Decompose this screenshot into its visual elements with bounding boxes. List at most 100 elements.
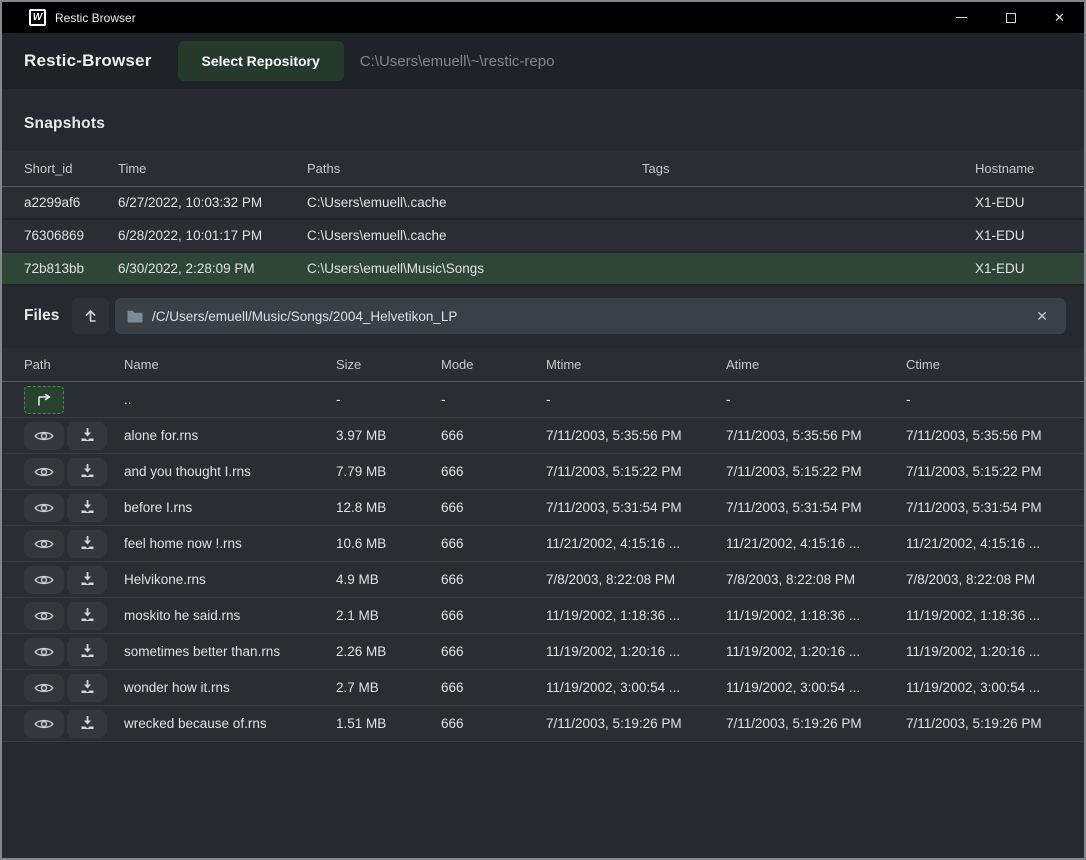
eye-icon [34,645,54,659]
download-icon [80,500,95,515]
clear-path-button[interactable]: ✕ [1028,304,1056,329]
window-title: Restic Browser [55,11,937,25]
preview-file-button[interactable] [24,566,64,594]
file-size: 2.7 MB [336,680,441,695]
file-name: moskito he said.rns [124,608,336,623]
col-mtime: Mtime [546,357,726,372]
file-row[interactable]: wrecked because of.rns 1.51 MB 666 7/11/… [2,706,1084,742]
window-controls: ✕ [937,2,1084,33]
file-mtime: 11/21/2002, 4:15:16 ... [546,536,726,551]
file-mode: - [441,392,546,407]
file-row[interactable]: moskito he said.rns 2.1 MB 666 11/19/200… [2,598,1084,634]
preview-file-button[interactable] [24,422,64,450]
file-mode: 666 [441,680,546,695]
preview-file-button[interactable] [24,530,64,558]
select-repository-button[interactable]: Select Repository [178,41,344,81]
file-ctime: 11/21/2002, 4:15:16 ... [906,536,1062,551]
download-file-button[interactable] [67,566,107,594]
preview-file-button[interactable] [24,638,64,666]
eye-icon [34,717,54,731]
download-file-button[interactable] [67,458,107,486]
file-row[interactable]: alone for.rns 3.97 MB 666 7/11/2003, 5:3… [2,418,1084,454]
file-name: sometimes better than.rns [124,644,336,659]
download-file-button[interactable] [67,530,107,558]
eye-icon [34,573,54,587]
files-table-body: alone for.rns 3.97 MB 666 7/11/2003, 5:3… [2,418,1084,742]
file-atime: 7/11/2003, 5:31:54 PM [726,500,906,515]
file-row[interactable]: and you thought I.rns 7.79 MB 666 7/11/2… [2,454,1084,490]
file-ctime: 7/8/2003, 8:22:08 PM [906,572,1062,587]
file-size: 12.8 MB [336,500,441,515]
download-icon [80,680,95,695]
file-name: and you thought I.rns [124,464,336,479]
app-header: Restic-Browser Select Repository C:\User… [2,33,1084,89]
col-atime: Atime [726,357,906,372]
preview-file-button[interactable] [24,710,64,738]
file-name: alone for.rns [124,428,336,443]
file-row[interactable]: Helvikone.rns 4.9 MB 666 7/8/2003, 8:22:… [2,562,1084,598]
folder-icon [127,310,143,323]
parent-directory-row[interactable]: .. - - - - - [2,382,1084,418]
file-mode: 666 [441,464,546,479]
files-bar: Files /C/Users/emuell/Music/Songs/2004_H… [2,290,1084,342]
file-row[interactable]: feel home now !.rns 10.6 MB 666 11/21/20… [2,526,1084,562]
download-file-button[interactable] [67,422,107,450]
download-file-button[interactable] [67,602,107,630]
snapshot-paths: C:\Users\emuell\Music\Songs [307,261,642,276]
snapshot-paths: C:\Users\emuell\.cache [307,228,642,243]
download-file-button[interactable] [67,494,107,522]
file-mtime: 7/8/2003, 8:22:08 PM [546,572,726,587]
preview-file-button[interactable] [24,458,64,486]
snapshot-short-id: a2299af6 [24,195,118,210]
file-size: 2.26 MB [336,644,441,659]
col-hostname: Hostname [975,161,1062,176]
file-atime: 11/19/2002, 3:00:54 ... [726,680,906,695]
current-path-input[interactable]: /C/Users/emuell/Music/Songs/2004_Helveti… [115,298,1066,334]
snapshot-row-selected[interactable]: 72b813bb 6/30/2022, 2:28:09 PM C:\Users\… [2,253,1084,286]
maximize-button[interactable] [986,2,1035,33]
col-path: Path [24,357,124,372]
file-mode: 666 [441,500,546,515]
snapshot-short-id: 76306869 [24,228,118,243]
download-file-button[interactable] [67,710,107,738]
minimize-icon [956,17,967,18]
download-file-button[interactable] [67,674,107,702]
eye-icon [34,501,54,515]
minimize-button[interactable] [937,2,986,33]
current-path-value: /C/Users/emuell/Music/Songs/2004_Helveti… [152,309,1028,324]
go-to-parent-button[interactable] [24,386,64,414]
snapshot-row[interactable]: 76306869 6/28/2022, 10:01:17 PM C:\Users… [2,220,1084,253]
up-directory-button[interactable] [72,298,109,334]
file-mode: 666 [441,716,546,731]
file-mode: 666 [441,428,546,443]
file-ctime: 11/19/2002, 1:18:36 ... [906,608,1062,623]
file-row[interactable]: before I.rns 12.8 MB 666 7/11/2003, 5:31… [2,490,1084,526]
close-button[interactable]: ✕ [1035,2,1084,33]
file-mtime: 11/19/2002, 1:20:16 ... [546,644,726,659]
file-ctime: 11/19/2002, 1:20:16 ... [906,644,1062,659]
download-icon [80,428,95,443]
preview-file-button[interactable] [24,494,64,522]
file-row[interactable]: sometimes better than.rns 2.26 MB 666 11… [2,634,1084,670]
snapshot-row[interactable]: a2299af6 6/27/2022, 10:03:32 PM C:\Users… [2,187,1084,220]
eye-icon [34,537,54,551]
file-name: before I.rns [124,500,336,515]
arrow-up-from-line-icon [83,308,98,324]
file-atime: 11/19/2002, 1:20:16 ... [726,644,906,659]
file-size: 10.6 MB [336,536,441,551]
col-mode: Mode [441,357,546,372]
preview-file-button[interactable] [24,602,64,630]
file-mode: 666 [441,644,546,659]
file-mode: 666 [441,608,546,623]
file-row[interactable]: wonder how it.rns 2.7 MB 666 11/19/2002,… [2,670,1084,706]
file-mtime: 7/11/2003, 5:15:22 PM [546,464,726,479]
file-mtime: - [546,392,726,407]
download-file-button[interactable] [67,638,107,666]
wails-logo-icon: W [29,9,46,26]
eye-icon [34,429,54,443]
file-ctime: - [906,392,1062,407]
preview-file-button[interactable] [24,674,64,702]
col-size: Size [336,357,441,372]
file-ctime: 11/19/2002, 3:00:54 ... [906,680,1062,695]
col-time: Time [118,161,307,176]
